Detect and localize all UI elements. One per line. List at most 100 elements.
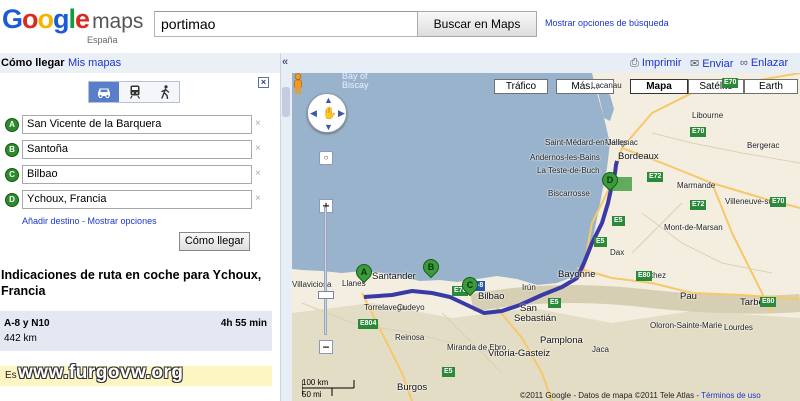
logo-product: maps — [92, 10, 144, 33]
label-santander: Santander — [372, 271, 416, 282]
label-cudeyo: Cudeyo — [397, 303, 425, 312]
road-badge-e5-b: E5 — [442, 367, 455, 377]
pan-up-icon[interactable]: ▲ — [324, 95, 333, 105]
walking-person-icon — [161, 85, 170, 100]
arcachon-basin — [577, 178, 597, 188]
google-maps-logo[interactable]: Google maps España — [2, 4, 144, 48]
walk-mode-button[interactable] — [150, 82, 180, 102]
link-link[interactable]: ∞ Enlazar — [740, 57, 788, 69]
zoom-out-button[interactable]: − — [319, 340, 333, 354]
label-libourne: Libourne — [692, 111, 724, 120]
tab-directions[interactable]: Cómo llegar — [1, 57, 65, 69]
road-badge-e70-c: E70 — [722, 78, 739, 88]
remove-waypoint-c-icon[interactable]: × — [255, 168, 261, 179]
search-input[interactable]: portimao — [154, 11, 418, 37]
logo-letter-g2: g — [53, 4, 69, 34]
send-link[interactable]: ✉ Enviar — [690, 57, 733, 70]
street-view-pegman-icon[interactable] — [292, 73, 304, 95]
zoom-slider-track[interactable] — [324, 207, 327, 335]
remove-waypoint-a-icon[interactable]: × — [255, 118, 261, 129]
label-san-sebastian-2: Sebastián — [514, 313, 557, 324]
road-badge-e5-c: E5 — [548, 298, 561, 308]
waypoint-input-a[interactable]: San Vicente de la Barquera — [22, 115, 252, 134]
link-label: Enlazar — [750, 57, 789, 69]
train-icon — [129, 85, 141, 99]
label-irun: Irún — [522, 283, 536, 292]
waypoint-marker-c: C — [5, 168, 19, 182]
show-options-link[interactable]: Mostrar opciones — [88, 216, 157, 226]
transit-mode-button[interactable] — [120, 82, 150, 102]
app-root: Google maps España portimao Buscar en Map… — [0, 0, 800, 401]
print-link[interactable]: ⎙ Imprimir — [630, 57, 682, 70]
label-miranda: Miranda de Ebro — [447, 343, 507, 352]
label-pamplona: Pamplona — [540, 335, 583, 346]
logo-text: Google maps — [2, 4, 144, 37]
printer-icon: ⎙ — [630, 57, 639, 69]
waypoint-input-d[interactable]: Ychoux, Francia — [22, 190, 252, 209]
sidebar-tabbar: Cómo llegar Mis mapas — [0, 53, 280, 73]
route-pin-b-label: B — [427, 262, 435, 272]
car-mode-button[interactable] — [89, 82, 119, 102]
remove-waypoint-d-icon[interactable]: × — [255, 193, 261, 204]
route-distance: 442 km — [4, 333, 37, 344]
route-summary[interactable]: A-8 y N10 4h 55 min 442 km — [0, 311, 272, 351]
scrollbar-thumb[interactable] — [282, 87, 290, 117]
map-type-map-button[interactable]: Mapa — [630, 79, 688, 94]
route-time: 4h 55 min — [220, 318, 267, 329]
car-icon — [98, 88, 110, 99]
waypoint-input-b[interactable]: Santoña — [22, 140, 252, 159]
route-pin-c-label: C — [466, 280, 474, 290]
label-mont-de-marsan: Mont-de-Marsan — [664, 223, 723, 232]
hand-icon[interactable]: ✋ — [322, 106, 337, 120]
chain-link-icon: ∞ — [740, 57, 748, 69]
directions-title: Indicaciones de ruta en coche para Ychou… — [1, 268, 262, 298]
waypoint-marker-a: A — [5, 118, 19, 132]
envelope-icon: ✉ — [690, 58, 700, 70]
search-options-link[interactable]: Mostrar opciones de búsqueda — [545, 18, 669, 28]
waypoint-marker-d: D — [5, 193, 19, 207]
road-badge-e80-b: E80 — [636, 271, 653, 281]
road-badge-e804: E804 — [358, 319, 379, 329]
map-type-earth-button[interactable]: Earth — [744, 79, 798, 94]
tab-my-maps[interactable]: Mis mapas — [68, 57, 121, 69]
label-bayonne: Bayonne — [558, 269, 596, 280]
zoom-slider-thumb[interactable] — [318, 291, 334, 299]
route-pin-d-label: D — [606, 175, 614, 185]
panel-scrollbar[interactable] — [280, 73, 292, 401]
pan-right-icon[interactable]: ▶ — [338, 108, 345, 119]
label-reinosa: Reinosa — [395, 333, 425, 342]
logo-country: España — [87, 35, 118, 45]
close-directions-icon[interactable]: × — [258, 77, 269, 88]
logo-letter-e: e — [75, 4, 90, 34]
map-scale: 100 km 50 mi — [302, 376, 362, 399]
label-burgos: Burgos — [397, 382, 428, 393]
traffic-button[interactable]: Tráfico — [494, 79, 548, 94]
road-badge-e5-a: E5 — [594, 237, 607, 247]
map-copyright: ©2011 Google - Datos de mapa ©2011 Tele … — [520, 391, 761, 400]
remove-waypoint-b-icon[interactable]: × — [255, 143, 261, 154]
zoom-control: ○ + − — [318, 149, 334, 356]
logo-letter-o1: o — [22, 4, 38, 34]
logo-letter-g: G — [2, 4, 23, 34]
print-label: Imprimir — [641, 57, 682, 69]
route-road: A-8 y N10 — [4, 318, 50, 329]
label-oloron: Oloron-Sainte-Marie — [650, 321, 723, 330]
get-directions-button[interactable]: Cómo llegar — [179, 232, 250, 251]
waypoint-input-c[interactable]: Bilbao — [22, 165, 252, 184]
send-label: Enviar — [702, 58, 734, 70]
road-badge-e70-b: E70 — [770, 197, 787, 207]
pan-down-icon[interactable]: ▼ — [324, 122, 333, 132]
add-destination-link[interactable]: Añadir destino — [22, 216, 80, 226]
label-bergerac: Bergerac — [747, 141, 780, 150]
collapse-chevron-icon[interactable]: « — [282, 56, 288, 68]
pan-control[interactable]: ▲ ▼ ◀ ▶ ✋ — [307, 93, 347, 133]
reset-view-icon[interactable]: ○ — [319, 151, 333, 165]
road-badge-e70-a: E70 — [690, 127, 707, 137]
terms-link[interactable]: Términos de uso — [701, 391, 761, 400]
search-button[interactable]: Buscar en Maps — [417, 11, 537, 37]
road-badge-e5-d: E5 — [612, 216, 625, 226]
map-canvas[interactable]: Tráfico Más... Mapa Satélite Earth Bay o… — [292, 73, 800, 401]
label-bordeaux: Bordeaux — [618, 151, 659, 162]
label-andernos: Andernos-les-Bains — [530, 153, 600, 162]
pan-left-icon[interactable]: ◀ — [310, 108, 317, 119]
